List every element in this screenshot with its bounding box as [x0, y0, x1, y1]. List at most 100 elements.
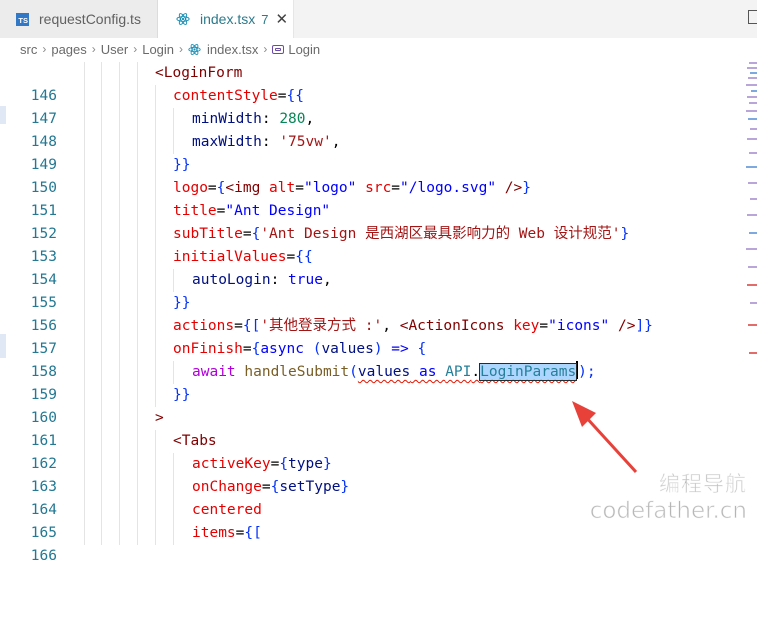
code-line: 147 contentStyle={{: [0, 85, 757, 127]
indent-guide: [155, 85, 156, 108]
minimap[interactable]: [746, 62, 757, 362]
minimap-row: [748, 118, 757, 120]
code-content: items={[: [192, 522, 262, 545]
selected-text[interactable]: LoginParams: [479, 363, 578, 381]
code-token: LoginForm: [163, 65, 243, 81]
code-token: }}: [173, 387, 191, 403]
code-token: }}: [173, 295, 191, 311]
indent-guide: [119, 131, 120, 154]
indent-guide: [84, 361, 85, 384]
split-editor-icon[interactable]: [748, 10, 757, 24]
breadcrumb-pages[interactable]: pages: [51, 42, 86, 57]
watermark-domain: codefather.cn: [589, 498, 747, 525]
indent-guide: [119, 223, 120, 246]
code-token: ,: [305, 111, 315, 127]
indent-guide: [101, 476, 102, 499]
indent-guide: [84, 223, 85, 246]
tab-request-config[interactable]: TS requestConfig.ts: [0, 0, 158, 38]
code-token: activeKey: [192, 456, 271, 472]
code-token: alt: [260, 180, 296, 196]
minimap-row: [747, 96, 757, 98]
indent-guide: [137, 338, 138, 361]
chevron-right-icon: ›: [179, 42, 184, 56]
breadcrumb-symbol[interactable]: Login: [288, 42, 320, 57]
indent-guide: [155, 200, 156, 223]
minimap-row: [746, 166, 757, 168]
code-token: :: [261, 111, 280, 127]
indent-guide: [137, 292, 138, 315]
indent-guide: [119, 453, 120, 476]
tab-index-tsx[interactable]: index.tsx 7 ✕: [158, 0, 294, 38]
indent-guide: [173, 131, 174, 154]
code-token: as: [410, 364, 446, 380]
breadcrumb: src › pages › User › Login › index.tsx ›…: [0, 38, 757, 60]
indent-guide: [84, 430, 85, 453]
code-token: >: [155, 410, 164, 426]
code-token: :: [270, 272, 289, 288]
code-token: API: [445, 364, 472, 380]
code-token: minWidth: [192, 111, 262, 127]
indent-guide: [155, 108, 156, 131]
indent-guide: [84, 62, 85, 85]
code-token: type: [288, 456, 323, 472]
indent-guide: [155, 384, 156, 407]
code-token: ,: [322, 272, 332, 288]
code-content: onChange={setType}: [192, 476, 349, 499]
breadcrumb-file[interactable]: index.tsx: [207, 42, 258, 57]
error-squiggle[interactable]: values as API.LoginParams: [358, 363, 578, 381]
code-token: =: [242, 226, 252, 242]
indent-guide: [119, 292, 120, 315]
indent-guide: [173, 108, 174, 131]
close-tab-icon[interactable]: ✕: [275, 10, 288, 28]
indent-guide: [137, 476, 138, 499]
indent-guide: [137, 315, 138, 338]
code-token: async: [260, 341, 304, 357]
indent-guide: [101, 200, 102, 223]
indent-guide: [155, 430, 156, 453]
breadcrumb-src[interactable]: src: [20, 42, 37, 57]
code-line: 157 actions={['其他登录方式 :', <ActionIcons k…: [0, 315, 757, 357]
indent-guide: [101, 246, 102, 269]
indent-guide: [119, 476, 120, 499]
code-token: onChange: [192, 479, 262, 495]
indent-guide: [137, 223, 138, 246]
code-token: );: [578, 364, 596, 380]
indent-guide: [155, 246, 156, 269]
indent-guide: [137, 453, 138, 476]
code-token: 280: [279, 111, 306, 127]
indent-guide: [137, 269, 138, 292]
code-token: actions: [173, 318, 235, 334]
breadcrumb-user[interactable]: User: [101, 42, 128, 57]
code-token: =>: [391, 341, 409, 357]
indent-guide: [119, 62, 120, 85]
indent-guide: [84, 384, 85, 407]
code-token: ]}: [635, 318, 653, 334]
code-token: true: [288, 272, 323, 288]
indent-guide: [101, 62, 102, 85]
code-content: minWidth: 280,: [192, 108, 314, 131]
indent-guide: [137, 384, 138, 407]
problems-count-badge: 7: [261, 11, 269, 27]
code-token: {{: [295, 249, 313, 265]
indent-guide: [101, 315, 102, 338]
indent-guide: [84, 338, 85, 361]
indent-guide: [137, 85, 138, 108]
indent-guide: [137, 177, 138, 200]
code-token: }: [340, 479, 350, 495]
code-token: src: [356, 180, 392, 196]
minimap-row: [748, 182, 757, 184]
code-content: maxWidth: '75vw',: [192, 131, 340, 154]
code-token: =: [270, 456, 280, 472]
code-token: =: [261, 479, 271, 495]
code-token: {[: [244, 525, 262, 541]
breadcrumb-login[interactable]: Login: [142, 42, 174, 57]
code-token: =: [391, 180, 401, 196]
code-content: autoLogin: true,: [192, 269, 332, 292]
code-token: {: [251, 341, 261, 357]
indent-guide: [155, 177, 156, 200]
annotation-arrow: [572, 401, 638, 474]
indent-guide: [137, 131, 138, 154]
indent-guide: [101, 361, 102, 384]
indent-guide: [119, 108, 120, 131]
code-token: =: [539, 318, 549, 334]
